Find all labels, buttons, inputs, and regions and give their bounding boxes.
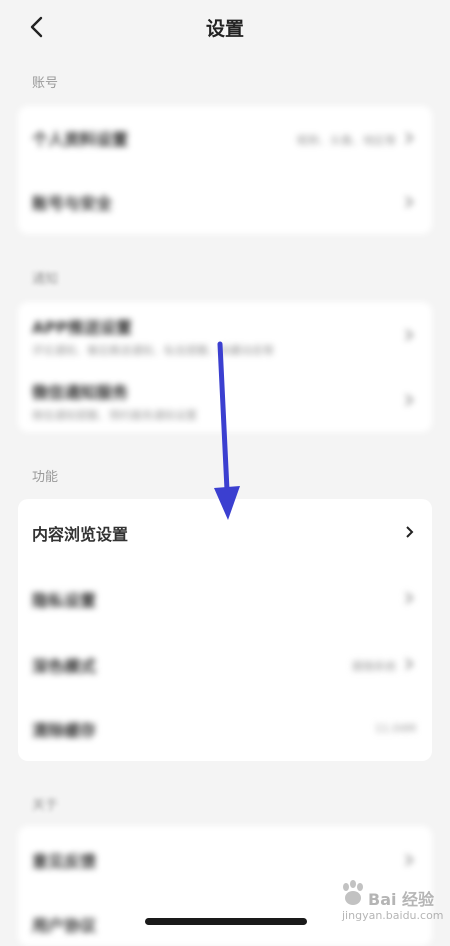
row-value: 11.04M [375,722,416,735]
row-value: 昵称、头像、地区等 [297,134,396,147]
section-label-account: 账号 [32,76,59,91]
watermark: Bai 经验 jingyan.baidu.com [334,878,444,930]
section-label-notify: 通知 [32,272,59,287]
row-title: 个人资料设置 [32,130,129,149]
row-title: 内容浏览设置 [32,525,129,544]
chevron-right-icon [405,329,414,341]
home-indicator [145,918,307,925]
account-card: 个人资料设置 昵称、头像、地区等 账号与安全 [18,106,432,234]
row-title: 用户协议 [32,916,97,935]
top-bar: 设置 [0,0,450,56]
row-value: 跟随系统 [352,660,396,673]
section-label-function: 功能 [32,470,59,485]
row-title: 意见反馈 [32,852,97,871]
settings-row-profile[interactable]: 个人资料设置 昵称、头像、地区等 [18,106,432,170]
chevron-right-icon [405,394,414,406]
chevron-right-icon [405,196,414,208]
row-subtitle: 微信通知提醒、预约服务通知设置 [32,409,197,422]
watermark-url: jingyan.baidu.com [342,909,444,922]
page-title: 设置 [205,18,244,40]
paw-logo-icon [343,880,363,905]
row-title: 深色模式 [32,657,97,676]
chevron-right-icon [406,526,414,538]
row-title: 账号与安全 [32,194,113,213]
chevron-right-icon [405,854,414,866]
row-title: 清除缓存 [32,721,97,740]
function-card: 内容浏览设置 隐私设置 深色模式 跟随系统 清除缓存 11.04M [18,499,432,761]
chevron-right-icon [405,658,414,670]
settings-row-dark-mode[interactable]: 深色模式 跟随系统 [18,631,432,697]
row-title: 隐私设置 [32,591,97,610]
settings-row-account-security[interactable]: 账号与安全 [18,170,432,234]
watermark-text: Bai 经验 [368,890,435,909]
chevron-right-icon [405,132,414,144]
annotation-arrow-icon [214,341,240,520]
settings-row-privacy[interactable]: 隐私设置 [18,565,432,631]
row-title: 微信通知服务 [32,383,129,402]
settings-row-clear-cache[interactable]: 清除缓存 11.04M [18,697,432,761]
chevron-right-icon [405,592,414,604]
row-title: APP推送设置 [32,318,132,337]
section-label-about: 关于 [32,798,59,813]
